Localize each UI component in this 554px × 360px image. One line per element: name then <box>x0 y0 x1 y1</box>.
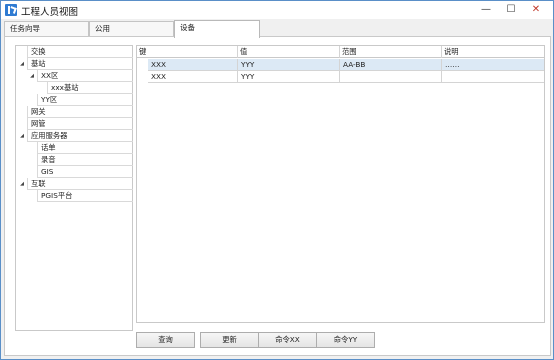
cell-key[interactable]: XXX <box>148 59 238 71</box>
tree-item-gateway[interactable]: 网关 <box>27 106 133 118</box>
command-yy-button[interactable]: 命令YY <box>316 332 375 348</box>
app-window: 工程人员视图 — ☐ ✕ 任务向导 公用 设备 交换 ◢ 基站 ◢ XX区 xx… <box>0 0 554 360</box>
tree-item-network-mgmt[interactable]: 网管 <box>27 118 133 130</box>
column-header-range[interactable]: 范围 <box>340 46 442 58</box>
tree-item-pgis-platform[interactable]: PGIS平台 <box>37 190 133 202</box>
cell-note[interactable]: …… <box>442 59 544 71</box>
expand-arrow-icon[interactable]: ◢ <box>18 178 26 190</box>
tab-bar: 任务向导 公用 设备 <box>4 20 551 38</box>
tree-item-gis[interactable]: GIS <box>37 166 133 178</box>
tree-item-interconnect[interactable]: 互联 <box>27 178 133 190</box>
tab-content-equipment: 交换 ◢ 基站 ◢ XX区 xxx基站 YY区 网关 网管 ◢ 应用服务器 话单… <box>4 36 551 356</box>
cell-range[interactable] <box>340 71 442 83</box>
cell-note[interactable] <box>442 71 544 83</box>
cell-value[interactable]: YYY <box>238 71 340 83</box>
tab-common[interactable]: 公用 <box>89 21 174 37</box>
tree-item-xx-zone[interactable]: XX区 <box>37 70 133 82</box>
tree-item-base-station[interactable]: 基站 <box>27 58 133 70</box>
column-header-key[interactable]: 键 <box>137 46 238 58</box>
tab-task-wizard[interactable]: 任务向导 <box>4 21 89 37</box>
tab-equipment[interactable]: 设备 <box>174 20 260 38</box>
device-tree[interactable]: 交换 ◢ 基站 ◢ XX区 xxx基站 YY区 网关 网管 ◢ 应用服务器 话单… <box>15 45 133 331</box>
close-button[interactable]: ✕ <box>523 1 549 19</box>
cell-range[interactable]: AA-BB <box>340 59 442 71</box>
tree-item-call-records[interactable]: 话单 <box>37 142 133 154</box>
expand-arrow-icon[interactable]: ◢ <box>28 70 36 82</box>
tree-item-yy-zone[interactable]: YY区 <box>37 94 133 106</box>
tree-item-app-server[interactable]: 应用服务器 <box>27 130 133 142</box>
cell-key[interactable]: XXX <box>148 71 238 83</box>
table-row[interactable]: XXX YYY AA-BB …… <box>148 59 544 71</box>
expand-arrow-icon[interactable]: ◢ <box>18 58 26 70</box>
command-xx-button[interactable]: 命令XX <box>258 332 317 348</box>
properties-grid[interactable]: 键 值 范围 说明 XXX YYY AA-BB …… XXX YYY <box>136 45 545 323</box>
query-button[interactable]: 查询 <box>136 332 195 348</box>
minimize-button[interactable]: — <box>473 1 499 19</box>
tree-item-xxx-station[interactable]: xxx基站 <box>47 82 133 94</box>
title-bar: 工程人员视图 — ☐ ✕ <box>1 1 553 19</box>
update-button[interactable]: 更新 <box>200 332 259 348</box>
column-header-value[interactable]: 值 <box>238 46 340 58</box>
grid-header: 键 值 范围 说明 <box>137 46 544 58</box>
window-title: 工程人员视图 <box>21 7 79 18</box>
expand-arrow-icon[interactable]: ◢ <box>18 130 26 142</box>
tree-item-recording[interactable]: 录音 <box>37 154 133 166</box>
cell-value[interactable]: YYY <box>238 59 340 71</box>
table-row[interactable]: XXX YYY <box>148 71 544 83</box>
app-logo-icon <box>5 4 17 16</box>
maximize-button[interactable]: ☐ <box>498 1 524 19</box>
column-header-note[interactable]: 说明 <box>442 46 544 58</box>
tree-item-exchange[interactable]: 交换 <box>27 46 133 58</box>
